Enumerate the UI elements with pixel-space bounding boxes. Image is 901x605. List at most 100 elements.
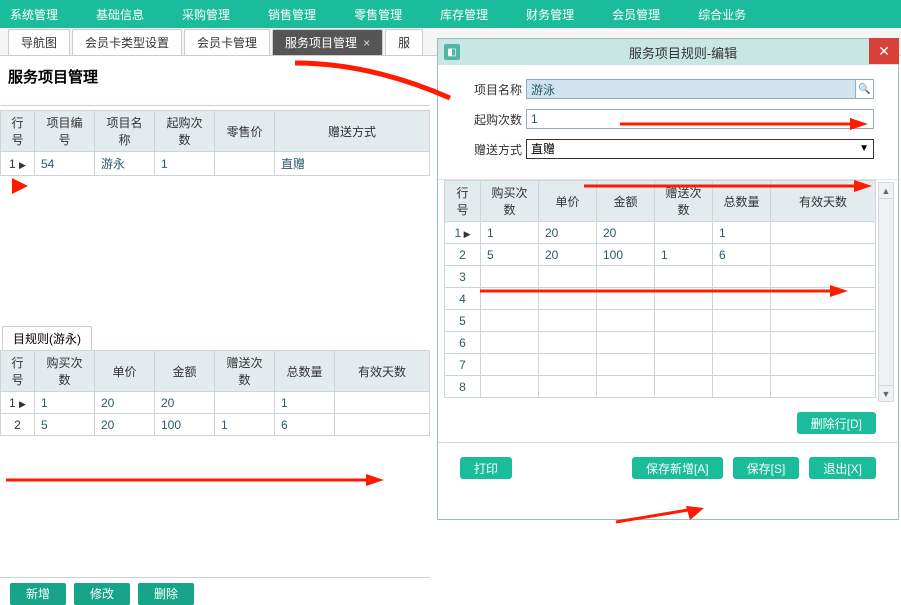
table-row[interactable]: 4 bbox=[445, 288, 876, 310]
cell[interactable]: 6 bbox=[713, 244, 771, 266]
cell[interactable] bbox=[771, 288, 876, 310]
cell[interactable] bbox=[597, 310, 655, 332]
cell[interactable]: 1 bbox=[215, 414, 275, 436]
cell[interactable] bbox=[655, 310, 713, 332]
add-button[interactable]: 新增 bbox=[10, 583, 66, 605]
cell[interactable] bbox=[481, 310, 539, 332]
save-button[interactable]: 保存[S] bbox=[733, 457, 800, 479]
menu-member[interactable]: 会员管理 bbox=[608, 6, 664, 23]
cell[interactable]: 20 bbox=[95, 414, 155, 436]
cell[interactable] bbox=[539, 354, 597, 376]
cell[interactable] bbox=[713, 354, 771, 376]
cell[interactable]: 100 bbox=[597, 244, 655, 266]
edit-button[interactable]: 修改 bbox=[74, 583, 130, 605]
cell[interactable]: 20 bbox=[597, 222, 655, 244]
dialog-titlebar[interactable]: ◧ 服务项目规则-编辑 ✕ bbox=[438, 39, 898, 65]
cell[interactable] bbox=[713, 332, 771, 354]
cell[interactable] bbox=[539, 376, 597, 398]
cell[interactable]: 1 bbox=[275, 392, 335, 414]
cell[interactable] bbox=[597, 266, 655, 288]
cell[interactable]: 5 bbox=[481, 244, 539, 266]
cell[interactable] bbox=[597, 288, 655, 310]
print-button[interactable]: 打印 bbox=[460, 457, 512, 479]
close-icon[interactable]: × bbox=[363, 36, 370, 50]
table-row[interactable]: 1 ▶ 1 20 20 1 bbox=[1, 392, 430, 414]
cell[interactable]: 20 bbox=[539, 244, 597, 266]
delete-button[interactable]: 删除 bbox=[138, 583, 194, 605]
cell[interactable] bbox=[539, 288, 597, 310]
delete-row-button[interactable]: 删除行[D] bbox=[797, 412, 876, 434]
menu-retail[interactable]: 零售管理 bbox=[350, 6, 406, 23]
cell[interactable]: 1 bbox=[155, 152, 215, 176]
menu-stock[interactable]: 库存管理 bbox=[436, 6, 492, 23]
tab-nav-map[interactable]: 导航图 bbox=[8, 29, 70, 55]
table-row[interactable]: 5 bbox=[445, 310, 876, 332]
cell[interactable] bbox=[597, 354, 655, 376]
cell[interactable] bbox=[771, 354, 876, 376]
tab-card-type[interactable]: 会员卡类型设置 bbox=[72, 29, 182, 55]
cell[interactable] bbox=[481, 332, 539, 354]
cell[interactable] bbox=[215, 152, 275, 176]
cell[interactable] bbox=[771, 266, 876, 288]
rules-section-label[interactable]: 目规则(游永) bbox=[2, 326, 92, 350]
cell[interactable] bbox=[539, 310, 597, 332]
scroll-up-icon[interactable]: ▲ bbox=[879, 183, 893, 199]
cell[interactable]: 6 bbox=[275, 414, 335, 436]
tab-truncated[interactable]: 服 bbox=[385, 29, 423, 55]
cell[interactable]: 1 bbox=[481, 222, 539, 244]
cell[interactable] bbox=[539, 332, 597, 354]
menu-baseinfo[interactable]: 基础信息 bbox=[92, 6, 148, 23]
cell[interactable] bbox=[713, 376, 771, 398]
cell[interactable]: 1 bbox=[35, 392, 95, 414]
cell[interactable] bbox=[481, 266, 539, 288]
cell[interactable] bbox=[713, 266, 771, 288]
gift-mode-select[interactable]: 直赠 ▼ bbox=[526, 139, 874, 159]
table-row[interactable]: 1 ▶ 54 游永 1 直赠 bbox=[1, 152, 430, 176]
cell[interactable] bbox=[335, 392, 430, 414]
dialog-rules-grid[interactable]: 行号 购买次数 单价 金额 赠送次数 总数量 有效天数 1 ▶120201252… bbox=[444, 180, 876, 398]
cell[interactable]: 1 bbox=[655, 244, 713, 266]
cell[interactable] bbox=[655, 266, 713, 288]
table-row[interactable]: 7 bbox=[445, 354, 876, 376]
cell[interactable] bbox=[655, 222, 713, 244]
menu-purchase[interactable]: 采购管理 bbox=[178, 6, 234, 23]
min-buy-input[interactable] bbox=[526, 109, 874, 129]
cell[interactable] bbox=[655, 376, 713, 398]
cell[interactable] bbox=[713, 310, 771, 332]
cell[interactable] bbox=[771, 332, 876, 354]
cell[interactable] bbox=[771, 222, 876, 244]
cell[interactable]: 20 bbox=[539, 222, 597, 244]
cell[interactable] bbox=[597, 332, 655, 354]
cell[interactable]: 游永 bbox=[95, 152, 155, 176]
rules-grid[interactable]: 行号 购买次数 单价 金额 赠送次数 总数量 有效天数 1 ▶ 1 20 20 … bbox=[0, 350, 430, 436]
table-row[interactable]: 6 bbox=[445, 332, 876, 354]
cell[interactable]: 100 bbox=[155, 414, 215, 436]
tab-service-project[interactable]: 服务项目管理× bbox=[272, 29, 383, 55]
cell[interactable] bbox=[655, 288, 713, 310]
cell[interactable]: 20 bbox=[155, 392, 215, 414]
cell[interactable] bbox=[597, 376, 655, 398]
cell[interactable] bbox=[539, 266, 597, 288]
cell[interactable] bbox=[655, 354, 713, 376]
cell[interactable] bbox=[335, 414, 430, 436]
table-row[interactable]: 8 bbox=[445, 376, 876, 398]
cell[interactable] bbox=[771, 244, 876, 266]
cell[interactable]: 20 bbox=[95, 392, 155, 414]
cell[interactable] bbox=[655, 332, 713, 354]
menu-finance[interactable]: 财务管理 bbox=[522, 6, 578, 23]
cell[interactable] bbox=[215, 392, 275, 414]
table-row[interactable]: 252010016 bbox=[445, 244, 876, 266]
table-row[interactable]: 3 bbox=[445, 266, 876, 288]
cell[interactable] bbox=[771, 310, 876, 332]
exit-button[interactable]: 退出[X] bbox=[809, 457, 876, 479]
cell[interactable] bbox=[771, 376, 876, 398]
scroll-down-icon[interactable]: ▼ bbox=[879, 385, 893, 401]
table-row[interactable]: 2 5 20 100 1 6 bbox=[1, 414, 430, 436]
cell[interactable]: 54 bbox=[35, 152, 95, 176]
cell[interactable] bbox=[713, 288, 771, 310]
close-icon[interactable]: ✕ bbox=[869, 38, 899, 64]
cell[interactable] bbox=[481, 376, 539, 398]
project-grid[interactable]: 行号 项目编号 项目名称 起购次数 零售价 赠送方式 1 ▶ 54 游永 1 直… bbox=[0, 110, 430, 176]
cell[interactable] bbox=[481, 288, 539, 310]
scrollbar[interactable]: ▲ ▼ bbox=[878, 182, 894, 402]
